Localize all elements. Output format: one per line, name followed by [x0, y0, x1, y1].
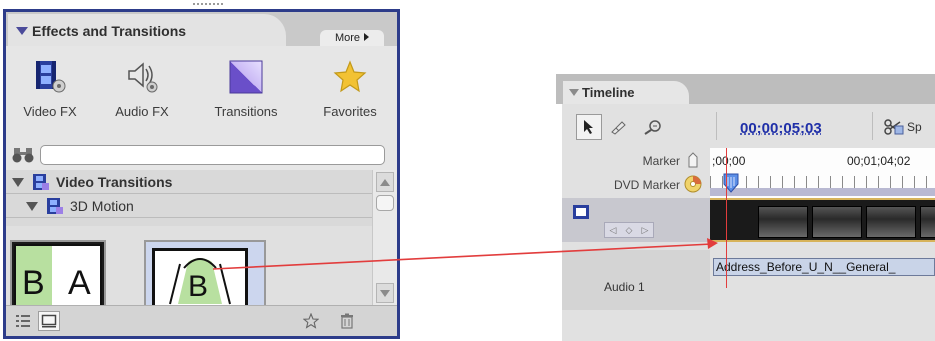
next-keyframe-icon[interactable]: ▷ [642, 225, 649, 236]
effects-footer [6, 305, 397, 336]
search-row [6, 142, 397, 170]
add-dvd-marker-button[interactable] [684, 175, 702, 198]
arrow-cursor-icon [584, 120, 593, 134]
marker-label: Marker [642, 154, 680, 168]
marker-icon [688, 152, 698, 168]
clip-frame [920, 206, 935, 238]
clip-frame [812, 206, 862, 238]
3d-motion-folder-icon [46, 197, 64, 220]
thumbnail-view-button[interactable] [38, 311, 60, 331]
effects-tab-bar: Effects and Transitions More [6, 12, 397, 46]
speaker-gear-icon [98, 56, 186, 98]
scroll-down-button[interactable] [376, 283, 394, 303]
video-transitions-folder-icon [32, 173, 50, 196]
video-track-clip[interactable] [710, 198, 935, 242]
expand-triangle-icon[interactable] [12, 178, 24, 187]
transition-thumbnails: BA B [6, 226, 372, 305]
razor-tool-button[interactable] [606, 114, 632, 140]
tree-group-label: Video Transitions [56, 174, 173, 190]
effects-panel-frame: Effects and Transitions More Video FX Au… [3, 9, 400, 339]
effects-categories: Video FX Audio FX Transitions Favorites [6, 46, 397, 170]
expand-triangle-icon[interactable] [26, 202, 38, 211]
selection-tool-button[interactable] [576, 114, 602, 140]
scroll-thumb[interactable] [376, 195, 394, 211]
zoom-tool-button[interactable] [640, 114, 666, 140]
video-fx-button[interactable]: Video FX [6, 56, 94, 119]
ruler-mark-timecode: 00;01;04;02 [847, 154, 911, 168]
clip-name-label[interactable]: Address_Before_U_N__General_ [713, 258, 935, 276]
film-gear-icon [6, 56, 94, 98]
effects-tree: Video Transitions 3D Motion BA B [6, 170, 397, 305]
video-fx-label: Video FX [23, 104, 77, 119]
list-view-icon [16, 315, 30, 327]
tree-item-3d-motion[interactable]: 3D Motion [6, 194, 372, 218]
list-view-button[interactable] [12, 311, 34, 331]
dvd-marker-label: DVD Marker [613, 178, 680, 192]
tree-subgroup-label: 3D Motion [70, 198, 134, 214]
favorites-button[interactable]: Favorites [306, 56, 394, 119]
transition-thumbnail-curtain[interactable]: B [144, 240, 266, 305]
binoculars-icon [12, 146, 34, 164]
collapse-triangle-icon[interactable] [16, 27, 28, 35]
timeline-tab-bar: Timeline [556, 74, 935, 104]
split-clip-button[interactable]: Sp [884, 116, 922, 138]
search-input[interactable] [40, 145, 385, 165]
thumb-a-letter: A [68, 264, 91, 302]
favorites-label: Favorites [323, 104, 377, 119]
transition-thumbnail-cube-spin[interactable]: BA [10, 240, 106, 305]
effects-panel-title: Effects and Transitions [32, 23, 187, 39]
dvd-disc-icon [684, 175, 702, 193]
toolbar-divider [872, 112, 873, 140]
add-keyframe-icon[interactable]: ◇ [626, 225, 633, 236]
film-icon [573, 205, 589, 219]
zoom-icon [644, 120, 661, 135]
timeline-tab[interactable]: Timeline [562, 80, 690, 104]
delete-button[interactable] [336, 311, 358, 331]
scissors-icon [884, 119, 904, 135]
timeline-panel-title: Timeline [582, 85, 635, 100]
current-timecode[interactable]: 00;00;05;03 [740, 120, 822, 137]
razor-icon [611, 121, 626, 135]
more-button[interactable]: More [320, 30, 384, 46]
playhead-icon [723, 173, 739, 193]
timeline-panel: Timeline 00;00;05;03 Sp Marker DVD Marke… [556, 74, 935, 341]
audio-track-label: Audio 1 [604, 280, 645, 294]
add-favorite-button[interactable] [300, 311, 322, 331]
transitions-label: Transitions [214, 104, 278, 119]
clip-frame [866, 206, 916, 238]
ruler-ticks [710, 176, 935, 188]
effects-panel: Effects and Transitions More Video FX Au… [3, 3, 400, 339]
transitions-button[interactable]: Transitions [202, 56, 290, 119]
add-marker-button[interactable] [686, 152, 700, 173]
thumbnail-view-icon [41, 314, 57, 328]
collapse-triangle-icon[interactable] [569, 89, 579, 96]
audio-fx-button[interactable]: Audio FX [98, 56, 186, 119]
effects-tab[interactable]: Effects and Transitions [8, 14, 286, 46]
keyframe-navigator[interactable]: ◁ ◇ ▷ [604, 222, 654, 238]
tree-item-video-transitions[interactable]: Video Transitions [6, 170, 372, 194]
ruler-start-timecode: ;00;00 [712, 154, 746, 168]
scroll-up-button[interactable] [376, 172, 394, 192]
transition-square-icon [202, 56, 290, 98]
thumb-b-letter: B [22, 264, 45, 302]
prev-keyframe-icon[interactable]: ◁ [610, 225, 617, 236]
playhead-handle[interactable] [722, 172, 740, 199]
split-label: Sp [907, 120, 922, 134]
toolbar-divider [716, 112, 717, 140]
star-icon [306, 56, 394, 98]
trash-icon [341, 313, 353, 329]
work-area-bar[interactable] [710, 188, 935, 196]
timeline-ruler[interactable]: ;00;00 00;01;04;02 [710, 148, 935, 198]
track-output-toggle[interactable] [572, 204, 590, 225]
star-outline-icon [303, 313, 319, 329]
current-time-indicator[interactable] [726, 148, 727, 288]
clip-frame [758, 206, 808, 238]
thumb-b-letter: B [188, 270, 208, 303]
tree-scrollbar[interactable] [372, 170, 397, 305]
chevron-right-icon [364, 33, 370, 41]
audio-fx-label: Audio FX [115, 104, 169, 119]
